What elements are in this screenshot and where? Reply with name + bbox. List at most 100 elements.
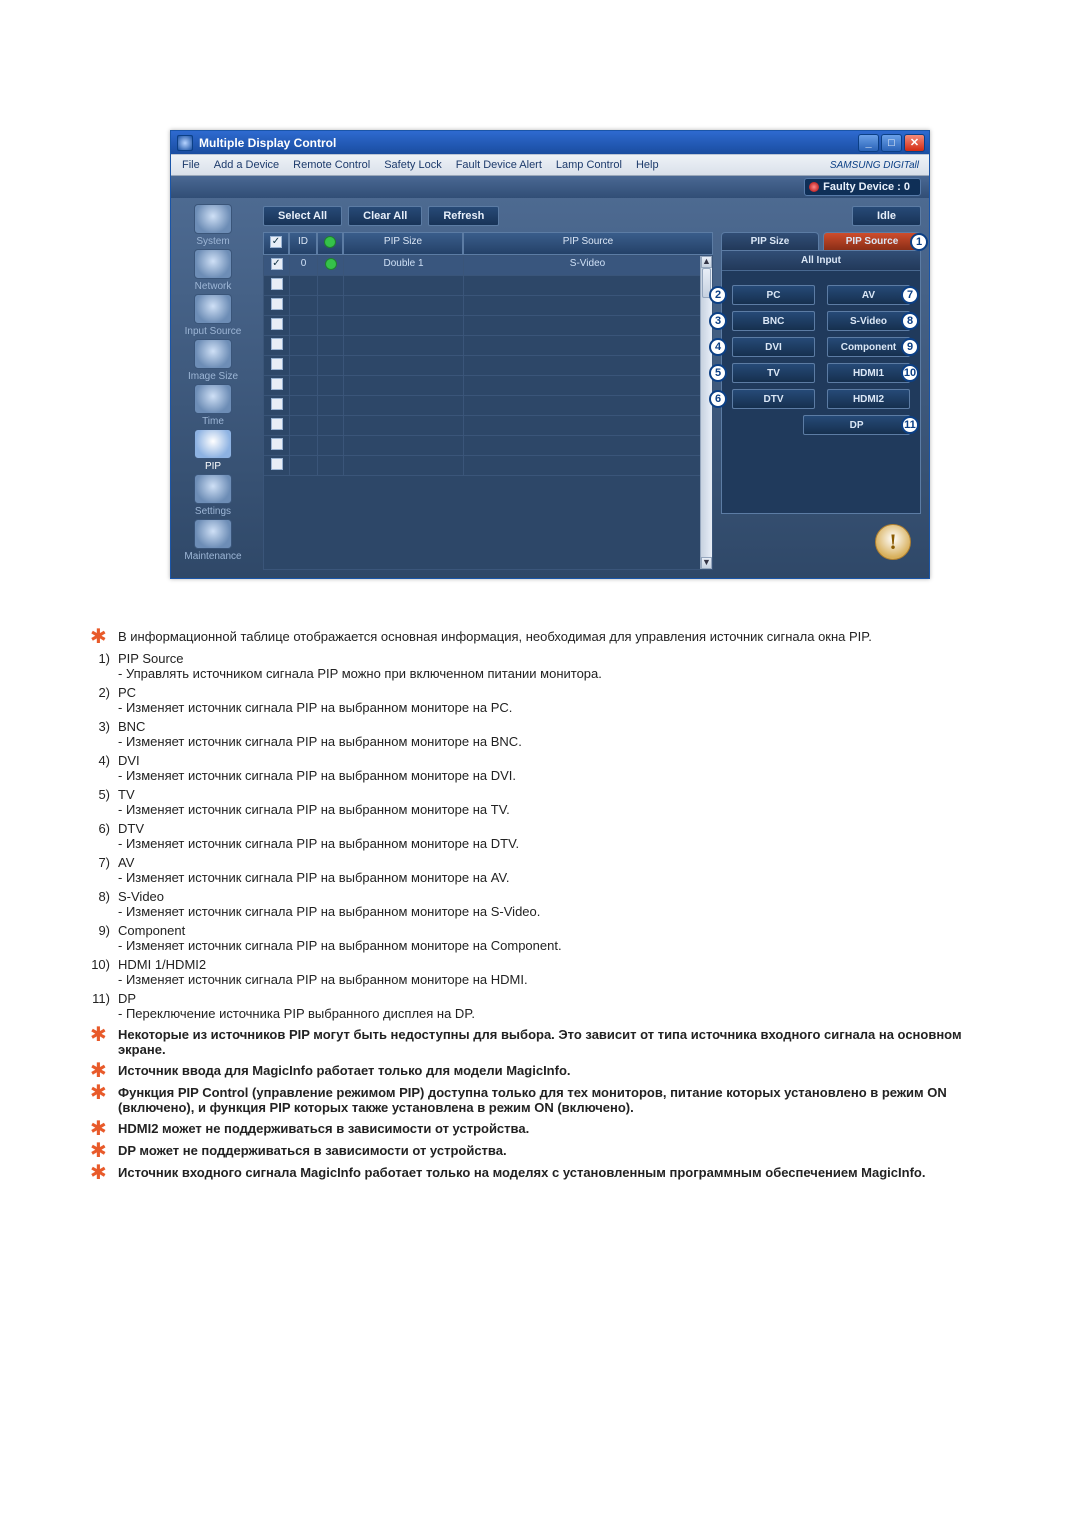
col-check[interactable] (263, 232, 289, 255)
menu-safety-lock[interactable]: Safety Lock (377, 159, 448, 171)
select-all-button[interactable]: Select All (263, 206, 342, 226)
col-id[interactable]: ID (289, 232, 317, 255)
item-title: PC (118, 685, 136, 700)
component-button[interactable]: Component9 (827, 337, 910, 357)
callout-11: 11 (901, 416, 919, 434)
menu-fault-device-alert[interactable]: Fault Device Alert (449, 159, 549, 171)
scroll-down-icon[interactable]: ▼ (701, 557, 712, 569)
numbered-item: 1)PIP Source- Управлять источником сигна… (90, 651, 990, 681)
table-row[interactable]: 0 Double 1 S-Video (264, 256, 712, 276)
star-icon: ✱ (90, 1063, 118, 1079)
star-icon: ✱ (90, 1143, 118, 1159)
callout-8: 8 (901, 312, 919, 330)
callout-4: 4 (709, 338, 727, 356)
table-row[interactable] (264, 276, 712, 296)
item-desc: - Изменяет источник сигнала PIP на выбра… (118, 904, 540, 919)
tv-button[interactable]: 5TV (732, 363, 815, 383)
bnc-button[interactable]: 3BNC (732, 311, 815, 331)
table-row[interactable] (264, 316, 712, 336)
time-icon (194, 384, 232, 414)
menubar: File Add a Device Remote Control Safety … (171, 154, 929, 176)
pc-button[interactable]: 2PC (732, 285, 815, 305)
menu-help[interactable]: Help (629, 159, 666, 171)
table-row[interactable] (264, 336, 712, 356)
sidebar-item-maintenance[interactable]: Maintenance (177, 519, 249, 562)
callout-6: 6 (709, 390, 727, 408)
subheader: Faulty Device : 0 (171, 176, 929, 198)
system-icon (194, 204, 232, 234)
svideo-button[interactable]: S-Video8 (827, 311, 910, 331)
item-number: 7) (90, 855, 118, 885)
row-checkbox[interactable] (271, 378, 283, 390)
intro-note: В информационной таблице отображается ос… (118, 629, 990, 644)
av-button[interactable]: AV7 (827, 285, 910, 305)
menu-add-device[interactable]: Add a Device (207, 159, 286, 171)
table-row[interactable] (264, 376, 712, 396)
scroll-up-icon[interactable]: ▲ (701, 256, 712, 268)
dvi-button[interactable]: 4DVI (732, 337, 815, 357)
sidebar-item-system[interactable]: System (177, 204, 249, 247)
row-checkbox[interactable] (271, 318, 283, 330)
dtv-button[interactable]: 6DTV (732, 389, 815, 409)
row-checkbox[interactable] (271, 438, 283, 450)
cell-pip-size: Double 1 (344, 256, 464, 276)
item-number: 8) (90, 889, 118, 919)
callout-7: 7 (901, 286, 919, 304)
app-window: Multiple Display Control _ □ ✕ File Add … (170, 130, 930, 579)
sidebar-item-pip[interactable]: PIP (177, 429, 249, 472)
row-checkbox[interactable] (271, 278, 283, 290)
hdmi1-button[interactable]: HDMI110 (827, 363, 910, 383)
cell-pip-source: S-Video (464, 256, 712, 276)
status-indicator: Idle (852, 206, 921, 226)
row-checkbox[interactable] (271, 258, 283, 270)
row-checkbox[interactable] (271, 398, 283, 410)
sidebar-item-time[interactable]: Time (177, 384, 249, 427)
close-button[interactable]: ✕ (904, 134, 925, 152)
row-checkbox[interactable] (271, 298, 283, 310)
numbered-item: 5)TV- Изменяет источник сигнала PIP на в… (90, 787, 990, 817)
menu-remote-control[interactable]: Remote Control (286, 159, 377, 171)
maximize-button[interactable]: □ (881, 134, 902, 152)
tab-pip-size[interactable]: PIP Size (721, 232, 819, 250)
numbered-item: 3)BNC- Изменяет источник сигнала PIP на … (90, 719, 990, 749)
col-pip-size[interactable]: PIP Size (343, 232, 463, 255)
footnote: Источник ввода для MagicInfo работает то… (118, 1063, 990, 1078)
row-checkbox[interactable] (271, 358, 283, 370)
table-row[interactable] (264, 456, 712, 476)
item-title: AV (118, 855, 134, 870)
table-row[interactable] (264, 356, 712, 376)
sidebar-item-image-size[interactable]: Image Size (177, 339, 249, 382)
sidebar-item-network[interactable]: Network (177, 249, 249, 292)
item-title: PIP Source (118, 651, 184, 666)
vertical-scrollbar[interactable]: ▲ ▼ (700, 256, 712, 569)
sidebar-item-settings[interactable]: Settings (177, 474, 249, 517)
item-desc: - Изменяет источник сигнала PIP на выбра… (118, 938, 562, 953)
tab-pip-source[interactable]: PIP Source 1 (823, 232, 921, 250)
col-status[interactable] (317, 232, 343, 255)
table-row[interactable] (264, 436, 712, 456)
menu-file[interactable]: File (175, 159, 207, 171)
item-number: 4) (90, 753, 118, 783)
refresh-button[interactable]: Refresh (428, 206, 499, 226)
hdmi2-button[interactable]: HDMI2 (827, 389, 910, 409)
row-checkbox[interactable] (271, 338, 283, 350)
row-checkbox[interactable] (271, 418, 283, 430)
dp-button[interactable]: DP11 (803, 415, 910, 435)
numbered-item: 10)HDMI 1/HDMI2- Изменяет источник сигна… (90, 957, 990, 987)
item-number: 9) (90, 923, 118, 953)
table-row[interactable] (264, 416, 712, 436)
main-panel: Select All Clear All Refresh Idle ID PIP… (255, 198, 929, 578)
minimize-button[interactable]: _ (858, 134, 879, 152)
description-section: ✱ В информационной таблице отображается … (90, 629, 990, 1181)
clear-all-button[interactable]: Clear All (348, 206, 422, 226)
table-row[interactable] (264, 296, 712, 316)
item-title: DP (118, 991, 136, 1006)
col-pip-source[interactable]: PIP Source (463, 232, 713, 255)
row-checkbox[interactable] (271, 458, 283, 470)
table-row[interactable] (264, 396, 712, 416)
item-desc: - Изменяет источник сигнала PIP на выбра… (118, 734, 522, 749)
menu-lamp-control[interactable]: Lamp Control (549, 159, 629, 171)
item-title: HDMI 1/HDMI2 (118, 957, 206, 972)
item-number: 5) (90, 787, 118, 817)
sidebar-item-input-source[interactable]: Input Source (177, 294, 249, 337)
